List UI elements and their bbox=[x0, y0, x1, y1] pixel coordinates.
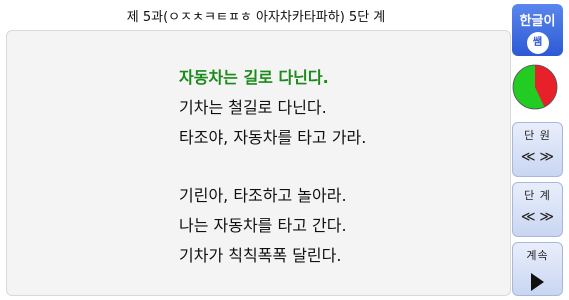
prev-step-button[interactable]: ≪ bbox=[521, 209, 536, 225]
continue-button[interactable]: 계속 bbox=[512, 242, 563, 296]
unit-label: 단 원 bbox=[524, 129, 551, 142]
lesson-text: 자동차는 길로 다닌다. 기차는 철길로 다닌다. 타조야, 자동차를 타고 가… bbox=[179, 63, 366, 271]
prev-unit-button[interactable]: ≪ bbox=[521, 149, 536, 165]
sentence: 기린아, 타조하고 놀아라. bbox=[179, 186, 347, 205]
sentence: 나는 자동차를 타고 간다. bbox=[179, 216, 347, 235]
unit-navigation: 단 원 ≪ ≫ bbox=[512, 122, 563, 177]
page-title: 제 5과(ㅇㅈㅊㅋㅌㅍㅎ 아자차카타파하) 5단 계 bbox=[126, 10, 386, 25]
logo-seal: 쌤 bbox=[526, 32, 549, 54]
sentence: 타조야, 자동차를 타고 가라. bbox=[179, 128, 367, 147]
next-unit-button[interactable]: ≫ bbox=[539, 149, 554, 165]
play-icon[interactable] bbox=[531, 273, 544, 291]
app-logo: 한글이 쌤 bbox=[512, 4, 563, 56]
next-step-button[interactable]: ≫ bbox=[539, 209, 554, 225]
logo-text: 한글이 bbox=[519, 14, 556, 29]
progress-pie-chart bbox=[512, 64, 558, 110]
lesson-panel: 자동차는 길로 다닌다. 기차는 철길로 다닌다. 타조야, 자동차를 타고 가… bbox=[6, 30, 511, 296]
sentence: 기차가 칙칙폭폭 달린다. bbox=[179, 246, 342, 265]
step-navigation: 단 계 ≪ ≫ bbox=[512, 182, 563, 237]
step-label: 단 계 bbox=[524, 189, 551, 202]
sentence: 기차는 철길로 다닌다. bbox=[179, 98, 327, 117]
continue-label: 계속 bbox=[526, 249, 549, 262]
highlighted-sentence: 자동차는 길로 다닌다. bbox=[179, 68, 329, 87]
